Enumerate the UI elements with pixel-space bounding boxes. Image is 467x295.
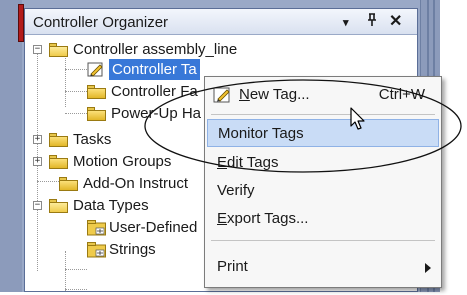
left-pane-edge xyxy=(0,0,24,292)
tree-node-controller[interactable]: − Controller assembly_line xyxy=(33,39,333,61)
pencil-icon xyxy=(87,62,103,77)
submenu-arrow-icon xyxy=(425,263,431,273)
folder-icon xyxy=(59,177,78,191)
tree-line xyxy=(37,181,59,182)
menu-item-new-tag[interactable]: New Tag... Ctrl+W xyxy=(207,81,439,109)
menu-item-mnemonic: E xyxy=(217,210,228,227)
folder-open-icon xyxy=(49,43,68,57)
tree-node-motion-groups[interactable]: + Motion Groups xyxy=(33,151,233,173)
udt-icon xyxy=(87,242,106,258)
folder-icon xyxy=(87,85,106,99)
tree-node-label: Data Types xyxy=(73,197,149,214)
tree-node-label: Controller Ta xyxy=(109,59,200,80)
tree-line xyxy=(65,91,87,92)
menu-item-label: Monitor Tags xyxy=(218,125,304,142)
pin-icon[interactable] xyxy=(367,13,377,30)
tree-line xyxy=(65,113,87,114)
collapse-toggle[interactable]: − xyxy=(33,201,42,210)
tree-line xyxy=(65,251,66,291)
panel-title: Controller Organizer xyxy=(33,14,169,31)
tree-line xyxy=(65,69,87,70)
menu-item-shortcut: Ctrl+W xyxy=(378,86,425,103)
menu-separator xyxy=(211,240,435,241)
tree-line xyxy=(65,289,87,290)
menu-item-label: dit Tags xyxy=(227,154,279,171)
menu-item-print[interactable]: Print xyxy=(207,253,439,281)
menu-item-label: Verify xyxy=(217,182,255,199)
menu-item-edit-tags[interactable]: Edit Tags xyxy=(207,149,439,177)
tree-node-label: User-Defined xyxy=(109,219,198,236)
expand-toggle[interactable]: + xyxy=(33,135,42,144)
collapse-toggle[interactable]: − xyxy=(33,45,42,54)
tree-node-label: Add-On Instruct xyxy=(83,175,189,192)
menu-item-label: xport Tags... xyxy=(227,210,309,227)
menu-item-label: ew Tag... xyxy=(249,86,310,103)
folder-open-icon xyxy=(49,199,68,213)
menu-separator xyxy=(211,114,435,115)
tree-node-tasks[interactable]: + Tasks xyxy=(33,129,193,151)
menu-item-mnemonic: N xyxy=(239,86,250,103)
context-menu: New Tag... Ctrl+W Monitor Tags Edit Tags… xyxy=(204,76,442,288)
new-tag-icon xyxy=(213,87,230,103)
tree-node-data-types[interactable]: − Data Types xyxy=(33,195,233,217)
tree-node-label: Motion Groups xyxy=(73,153,172,170)
close-icon[interactable]: ✕ xyxy=(389,11,402,31)
tree-node-label: Strings xyxy=(109,241,156,258)
folder-icon xyxy=(49,133,68,147)
dropdown-arrow-icon[interactable]: ▾ xyxy=(343,16,349,29)
tree-node-label: Tasks xyxy=(73,131,112,148)
menu-item-mnemonic: E xyxy=(217,154,228,171)
folder-icon xyxy=(87,107,106,121)
screenshot-stage: Controller Organizer ▾ ✕ − Controller as… xyxy=(0,0,467,295)
menu-item-export-tags[interactable]: Export Tags... xyxy=(207,205,439,233)
folder-icon xyxy=(49,155,68,169)
udt-icon xyxy=(87,220,106,236)
menu-item-label: Print xyxy=(217,258,248,275)
tree-node-label: Power-Up Ha xyxy=(111,105,202,122)
tree-node-label: Controller assembly_line xyxy=(73,41,238,58)
panel-header: Controller Organizer ▾ ✕ xyxy=(25,9,417,35)
menu-item-verify[interactable]: Verify xyxy=(207,177,439,205)
expand-toggle[interactable]: + xyxy=(33,157,42,166)
tree-line xyxy=(65,269,87,270)
menu-item-monitor-tags[interactable]: Monitor Tags xyxy=(207,119,439,147)
tree-node-label: Controller Fa xyxy=(111,83,198,100)
